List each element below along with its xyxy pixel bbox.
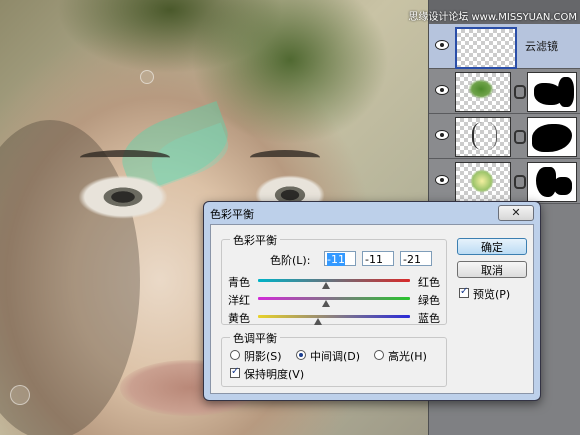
highlights-radio-label[interactable]: 高光(H)	[388, 348, 427, 364]
visibility-eye-icon[interactable]	[435, 40, 449, 50]
shadows-radio-label[interactable]: 阴影(S)	[244, 348, 282, 364]
level-input-cyan-red[interactable]: -11	[324, 251, 356, 266]
cyan-red-slider-thumb[interactable]	[322, 282, 330, 289]
flower-thumbnail-icon	[470, 169, 494, 193]
cancel-button[interactable]: 取消	[457, 261, 527, 278]
eyebrow-right	[250, 150, 320, 165]
level-input-magenta-green[interactable]: -11	[362, 251, 394, 266]
layer-thumbnail	[455, 27, 517, 69]
dialog-title: 色彩平衡	[210, 208, 254, 221]
chain-link-icon[interactable]	[514, 130, 526, 144]
levels-label: 色阶(L):	[270, 254, 311, 267]
preview-checkbox[interactable]	[459, 286, 469, 298]
tree-thumbnail-icon	[472, 122, 497, 150]
visibility-eye-icon[interactable]	[435, 175, 449, 185]
shadows-radio[interactable]	[230, 350, 240, 360]
yellow-blue-slider-thumb[interactable]	[314, 318, 322, 325]
chain-link-icon[interactable]	[514, 175, 526, 189]
chain-link-icon[interactable]	[514, 85, 526, 99]
color-balance-group: 色彩平衡 色阶(L): -11 -11 -21 青色 红色 洋红 绿色 黄色 蓝…	[221, 232, 447, 325]
level-input-yellow-blue[interactable]: -21	[400, 251, 432, 266]
mask-shape	[554, 177, 572, 195]
layer-row[interactable]	[429, 69, 580, 114]
layer-row[interactable]	[429, 114, 580, 159]
eye-left	[78, 175, 168, 219]
slider-label-left: 洋红	[228, 294, 250, 307]
visibility-eye-icon[interactable]	[435, 130, 449, 140]
highlights-radio[interactable]	[374, 350, 384, 360]
layer-thumbnail	[455, 117, 511, 157]
layer-row[interactable]: 云滤镜	[429, 24, 580, 69]
mask-shape	[532, 124, 572, 152]
watermark-text: 思缘设计论坛 www.MISSYUAN.COM	[408, 12, 577, 23]
slider-label-left: 黄色	[228, 312, 250, 325]
bubble	[10, 385, 30, 405]
slider-label-right: 绿色	[418, 294, 440, 307]
magenta-green-slider-track[interactable]	[258, 297, 410, 300]
tone-balance-group: 色调平衡 阴影(S) 中间调(D) 高光(H) 保持明度(V)	[221, 330, 447, 387]
preserve-luminosity-label[interactable]: 保持明度(V)	[244, 366, 304, 382]
group-title: 色调平衡	[230, 330, 280, 346]
layer-thumbnail	[455, 72, 511, 112]
midtones-radio[interactable]	[296, 350, 306, 360]
cyan-red-slider-track[interactable]	[258, 279, 410, 282]
group-title: 色彩平衡	[230, 232, 280, 248]
layer-mask-thumbnail[interactable]	[527, 72, 577, 112]
layers-toolbar: 思缘设计论坛 www.MISSYUAN.COM	[408, 0, 580, 25]
layer-mask-thumbnail[interactable]	[527, 117, 577, 157]
magenta-green-slider-thumb[interactable]	[322, 300, 330, 307]
dialog-body: 色彩平衡 色阶(L): -11 -11 -21 青色 红色 洋红 绿色 黄色 蓝…	[210, 224, 534, 394]
preserve-luminosity-checkbox[interactable]	[230, 366, 240, 378]
midtones-radio-label[interactable]: 中间调(D)	[310, 348, 360, 364]
preview-label[interactable]: 预览(P)	[473, 286, 510, 302]
mask-shape	[558, 77, 574, 107]
close-button[interactable]: ✕	[498, 205, 534, 221]
slider-label-right: 红色	[418, 276, 440, 289]
slider-label-right: 蓝色	[418, 312, 440, 325]
visibility-eye-icon[interactable]	[435, 85, 449, 95]
ok-button[interactable]: 确定	[457, 238, 527, 255]
mask-shape	[536, 167, 556, 197]
grass-thumbnail-icon	[468, 79, 494, 99]
color-balance-dialog: 色彩平衡 ✕ 色彩平衡 色阶(L): -11 -11 -21 青色 红色 洋红 …	[203, 201, 541, 401]
layer-mask-thumbnail[interactable]	[527, 162, 577, 202]
slider-label-left: 青色	[228, 276, 250, 289]
yellow-blue-slider-track[interactable]	[258, 315, 410, 318]
layer-name: 云滤镜	[525, 40, 558, 53]
bubble	[140, 70, 154, 84]
layer-thumbnail	[455, 162, 511, 202]
layer-row[interactable]	[429, 159, 580, 204]
eyebrow-left	[80, 150, 170, 165]
